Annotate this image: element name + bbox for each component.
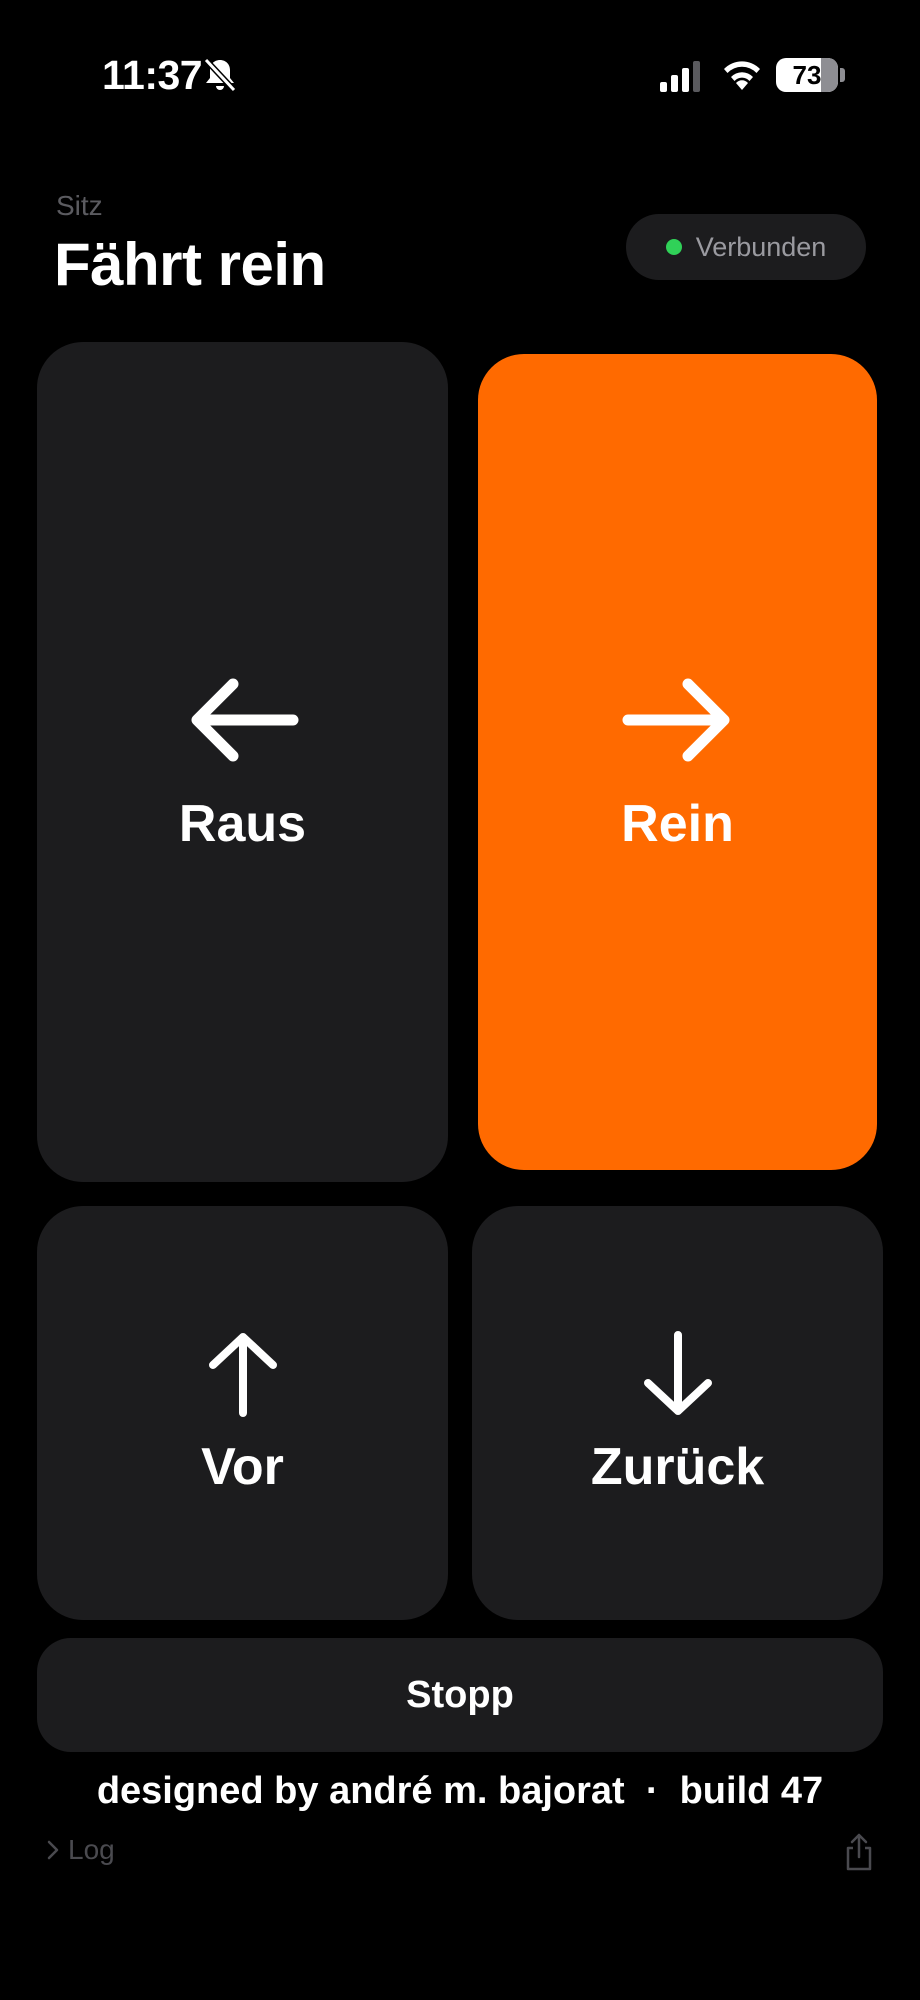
battery-empty-portion xyxy=(821,58,838,92)
page-title: Fährt rein xyxy=(54,231,326,298)
arrow-left-icon xyxy=(191,678,298,762)
credit-text: designed by andré m. bajorat · build 47 xyxy=(96,1770,824,1812)
arrow-up-icon xyxy=(208,1333,277,1417)
stop-button[interactable]: Stopp xyxy=(37,1638,883,1752)
zurueck-button[interactable]: Zurück xyxy=(472,1206,883,1620)
arrow-right-icon xyxy=(622,678,729,762)
battery-percent: 73 xyxy=(792,59,822,90)
bell-slash-icon xyxy=(203,57,237,93)
arrow-down-icon xyxy=(643,1331,712,1415)
wifi-icon xyxy=(724,61,760,90)
battery-indicator: 73 xyxy=(776,58,838,92)
raus-button[interactable]: Raus xyxy=(37,342,448,1182)
zurueck-label: Zurück xyxy=(590,1438,765,1496)
page-subtitle: Sitz xyxy=(56,190,103,221)
log-label: Log xyxy=(68,1834,115,1865)
vor-label: Vor xyxy=(201,1438,284,1496)
rein-button[interactable]: Rein xyxy=(478,354,877,1170)
share-icon[interactable] xyxy=(842,1832,876,1872)
log-disclosure[interactable]: Log xyxy=(46,1834,115,1866)
cellular-signal-icon xyxy=(660,61,700,92)
connection-status-badge: Verbunden xyxy=(626,214,866,280)
battery-cap xyxy=(840,68,845,82)
status-time: 11:37 xyxy=(102,52,203,98)
raus-label: Raus xyxy=(178,795,307,853)
connection-status-label: Verbunden xyxy=(695,231,827,262)
connection-status-dot xyxy=(665,239,682,255)
chevron-right-icon xyxy=(47,1840,59,1860)
rein-label: Rein xyxy=(621,795,734,853)
vor-button[interactable]: Vor xyxy=(37,1206,448,1620)
